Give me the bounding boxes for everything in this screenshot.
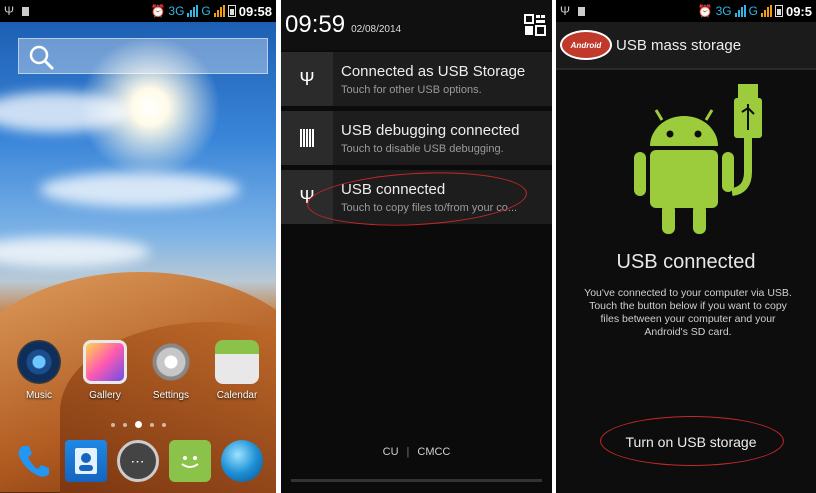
gallery-icon — [83, 340, 127, 384]
status-bar: Ψ ⏰ 3G G 09:5 — [556, 0, 816, 22]
carrier-label: CU | CMCC — [382, 446, 451, 458]
edge-indicator: G — [748, 4, 758, 18]
status-bar: Ψ ⏰ 3G G 09:58 — [0, 0, 276, 22]
alarm-icon: ⏰ — [697, 4, 713, 18]
phone-icon[interactable] — [13, 440, 55, 482]
wallpaper-cloud — [40, 172, 240, 207]
notification-usb-debugging[interactable]: USB debugging connected Touch to disable… — [281, 111, 552, 165]
app-label: Music — [25, 390, 53, 401]
app-calendar[interactable]: Calendar — [207, 340, 267, 401]
network-type: 3G — [168, 4, 185, 18]
calendar-icon — [215, 340, 259, 384]
status-time: 09:58 — [238, 3, 272, 19]
settings-icon — [149, 340, 193, 384]
app-drawer-icon[interactable]: ⋯ — [117, 440, 159, 482]
alarm-icon: ⏰ — [150, 4, 166, 18]
page-indicator — [0, 421, 276, 428]
carrier-name: CMCC — [417, 446, 451, 458]
page-dot — [161, 422, 166, 427]
edge-indicator: G — [201, 4, 211, 18]
app-label: Calendar — [216, 390, 258, 401]
page-dot — [122, 422, 127, 427]
storage-status-icon — [578, 6, 586, 16]
notification-title: Connected as USB Storage — [341, 62, 526, 80]
notification-subtitle: Touch to disable USB debugging. — [341, 142, 504, 155]
app-gallery[interactable]: Gallery — [75, 340, 135, 401]
shade-header: 09:59 02/08/2014 — [281, 0, 552, 50]
app-label: Gallery — [89, 390, 121, 401]
usb-storage-panel: Ψ ⏰ 3G G 09:5 Android USB mass storage U… — [556, 0, 816, 493]
signal-icon — [187, 5, 199, 17]
home-screen-panel: Ψ ⏰ 3G G 09:58 Music Gallery Settings Ca… — [0, 0, 276, 493]
search-bar[interactable] — [18, 38, 268, 74]
app-shortcuts: Music Gallery Settings Calendar — [0, 340, 276, 401]
usb-status-icon: Ψ — [560, 4, 571, 18]
browser-icon[interactable] — [221, 440, 263, 482]
action-bar: Android USB mass storage — [556, 22, 816, 70]
page-dot — [110, 422, 115, 427]
notification-subtitle: Touch for other USB options. — [341, 83, 482, 96]
storage-status-icon — [22, 6, 30, 16]
signal-icon — [734, 5, 746, 17]
page-dot — [149, 422, 154, 427]
android-logo: Android — [560, 30, 612, 60]
debug-icon — [281, 111, 333, 165]
battery-icon — [227, 5, 236, 17]
search-icon — [29, 45, 54, 70]
page-dot-active — [134, 421, 142, 428]
shade-time: 09:59 — [285, 11, 346, 38]
music-icon — [17, 340, 61, 384]
battery-icon — [774, 5, 783, 17]
status-time: 09:5 — [785, 3, 812, 19]
app-settings[interactable]: Settings — [141, 340, 201, 401]
network-type: 3G — [715, 4, 732, 18]
highlight-ellipse — [600, 416, 784, 466]
signal-icon — [213, 5, 225, 17]
notification-title: USB debugging connected — [341, 121, 520, 139]
usb-status-icon: Ψ — [4, 4, 15, 18]
android-usb-icon — [634, 84, 762, 234]
messaging-icon[interactable] — [169, 440, 211, 482]
description-line: You've connected to your computer via US… — [584, 287, 792, 299]
shade-date: 02/08/2014 — [351, 23, 402, 35]
notification-shade-panel: 09:59 02/08/2014 Ψ Connected as USB Stor… — [281, 0, 552, 493]
usb-description: You've connected to your computer via US… — [566, 287, 810, 339]
description-line: Touch the button below if you want to co… — [589, 300, 787, 312]
shade-drag-handle[interactable] — [291, 479, 542, 482]
app-music[interactable]: Music — [9, 340, 69, 401]
wallpaper-cloud — [0, 92, 130, 132]
carrier-name: CU — [382, 446, 399, 458]
signal-icon — [760, 5, 772, 17]
app-label: Settings — [152, 390, 190, 401]
dock: ⋯ — [0, 440, 276, 482]
wallpaper-cloud — [0, 237, 150, 267]
quick-settings-icon[interactable] — [524, 14, 546, 36]
description-line: Android's SD card. — [644, 326, 732, 338]
description-line: files between your computer and your — [600, 313, 776, 325]
contacts-icon[interactable] — [65, 440, 107, 482]
notification-usb-storage[interactable]: Ψ Connected as USB Storage Touch for oth… — [281, 52, 552, 106]
usb-icon: Ψ — [281, 52, 333, 106]
page-title: USB mass storage — [616, 36, 742, 54]
usb-connected-heading: USB connected — [616, 251, 756, 273]
